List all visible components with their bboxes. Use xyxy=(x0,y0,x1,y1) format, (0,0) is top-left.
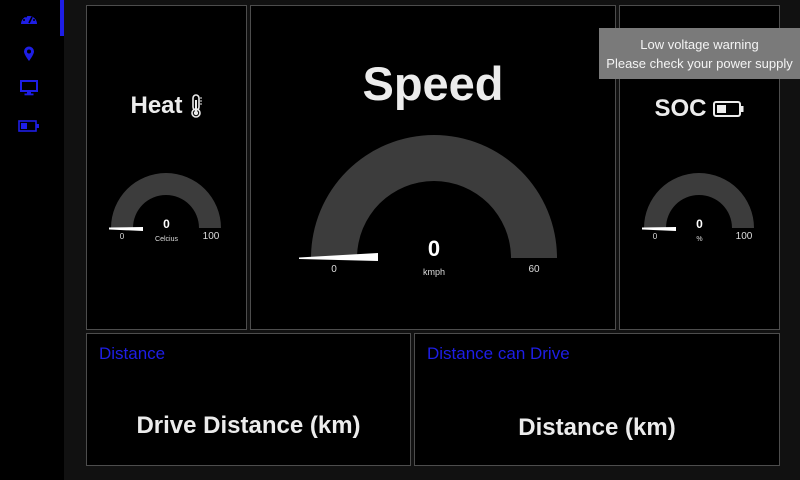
soc-gauge-needle xyxy=(642,227,676,231)
sidebar xyxy=(0,0,64,480)
notification-message: Please check your power supply xyxy=(606,55,793,71)
soc-min: 0 xyxy=(653,232,658,241)
dashboard-icon xyxy=(21,14,37,24)
notification-title: Low voltage warning xyxy=(640,36,759,52)
active-indicator xyxy=(60,0,64,36)
battery-icon xyxy=(18,120,39,132)
heat-max: 100 xyxy=(203,231,220,242)
nav-item-battery[interactable] xyxy=(12,111,46,141)
distance-value: Drive Distance (km) xyxy=(136,412,361,439)
speed-min: 0 xyxy=(331,264,337,275)
nav-item-location[interactable] xyxy=(12,39,46,69)
speed-value: 0 xyxy=(428,236,440,261)
distance-can-drive-label: Distance can Drive xyxy=(427,344,570,363)
nav-item-dashboard[interactable] xyxy=(12,3,46,33)
heat-panel: Heat 0 Celcius 0 100 xyxy=(86,5,247,330)
heat-unit: Celcius xyxy=(155,236,178,243)
distance-can-drive-panel: Distance can Drive Distance (km) xyxy=(414,333,780,466)
speed-gauge: 0 kmph 0 60 xyxy=(299,135,557,277)
distance-label: Distance xyxy=(99,344,166,363)
soc-value: 0 xyxy=(696,217,703,231)
soc-unit: % xyxy=(696,236,702,243)
monitor-icon xyxy=(20,80,38,96)
soc-max: 100 xyxy=(736,231,753,242)
heat-gauge-needle xyxy=(109,227,143,231)
distance-can-drive-value: Distance (km) xyxy=(518,414,676,441)
nav-item-display[interactable] xyxy=(12,73,46,103)
speed-panel: Speed 0 kmph 0 60 xyxy=(250,5,616,330)
map-pin-icon xyxy=(24,46,34,61)
heat-value: 0 xyxy=(163,217,170,231)
distance-panel: Distance Drive Distance (km) xyxy=(86,333,411,466)
low-voltage-notification[interactable]: Low voltage warning Please check your po… xyxy=(599,28,800,79)
speed-unit: kmph xyxy=(423,267,445,277)
speed-max: 60 xyxy=(528,264,540,275)
heat-min: 0 xyxy=(120,232,125,241)
heat-gauge: 0 Celcius 0 100 xyxy=(109,173,221,243)
